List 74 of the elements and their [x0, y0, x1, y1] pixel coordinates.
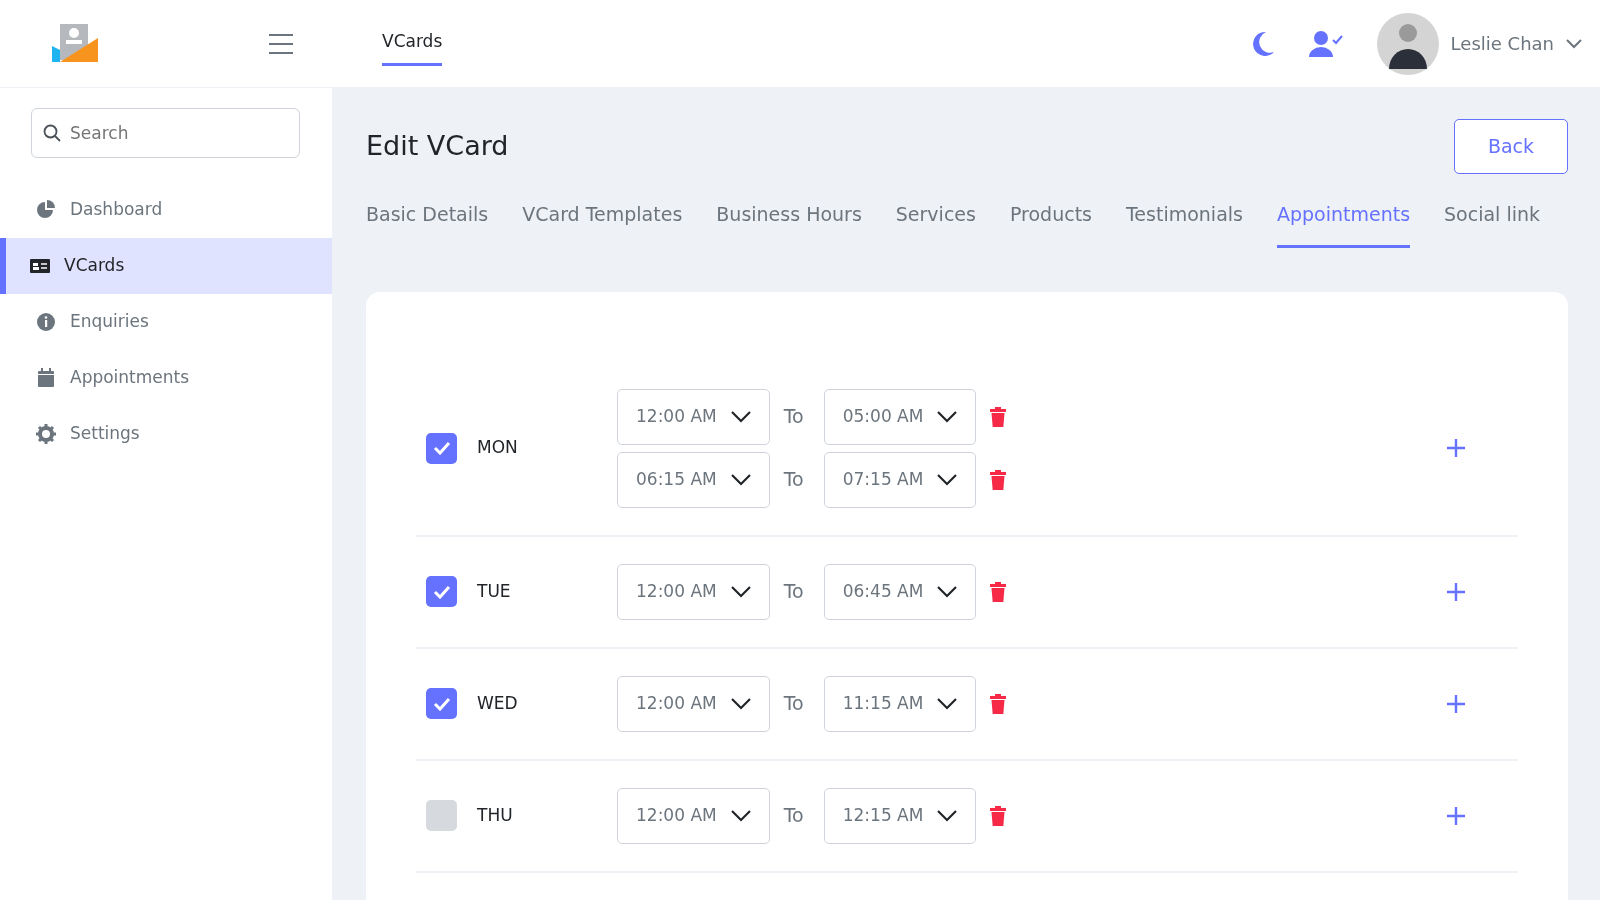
- time-select[interactable]: 12:15 AM: [823, 787, 977, 844]
- sidebar-item[interactable]: Enquiries: [0, 294, 332, 350]
- tab[interactable]: Products: [1009, 194, 1092, 248]
- plus-icon[interactable]: [1446, 581, 1466, 602]
- user-name[interactable]: Leslie Chan: [1450, 30, 1554, 57]
- to-label: To: [783, 803, 805, 829]
- check-icon: [432, 441, 451, 455]
- chevron-down-icon: [730, 410, 751, 423]
- to-label: To: [783, 691, 805, 717]
- nav-tab[interactable]: VCards: [382, 21, 443, 66]
- time-select[interactable]: 12:00 AM: [617, 563, 770, 620]
- trash-icon[interactable]: [990, 693, 1007, 714]
- moon-icon[interactable]: [1250, 30, 1275, 57]
- to-label: To: [783, 404, 805, 430]
- checkbox[interactable]: [426, 800, 457, 831]
- logo-icon: [52, 23, 98, 64]
- chevron-down-icon: [730, 473, 751, 486]
- checkbox[interactable]: [426, 688, 457, 719]
- chevron-down-icon: [937, 697, 958, 710]
- chevron-down-icon: [937, 410, 958, 423]
- day-label: MON: [477, 436, 519, 460]
- plus-icon[interactable]: [1446, 805, 1466, 826]
- day-label: THU: [477, 803, 514, 827]
- to-label: To: [783, 579, 805, 605]
- search-field[interactable]: Search: [31, 108, 300, 158]
- tab[interactable]: Social link: [1444, 194, 1541, 248]
- sidebar-item[interactable]: Appointments: [0, 350, 332, 406]
- day-label: WED: [477, 691, 519, 715]
- calendar-icon: [36, 368, 56, 388]
- time-select[interactable]: 06:45 AM: [823, 563, 977, 620]
- checkbox[interactable]: [426, 432, 457, 464]
- chevron-down-icon: [730, 585, 751, 598]
- tab[interactable]: VCard Templates: [522, 194, 683, 248]
- time-select[interactable]: 07:15 AM: [823, 451, 977, 508]
- tab[interactable]: Business Hours: [716, 194, 862, 248]
- sidebar-item[interactable]: VCards: [0, 238, 332, 294]
- trash-icon[interactable]: [990, 581, 1007, 602]
- time-select[interactable]: 12:00 AM: [617, 787, 770, 844]
- to-label: To: [783, 467, 805, 493]
- avatar-icon[interactable]: [1376, 12, 1439, 75]
- checkbox[interactable]: [426, 576, 457, 607]
- time-select[interactable]: 05:00 AM: [823, 388, 977, 445]
- plus-icon[interactable]: [1446, 438, 1466, 458]
- trash-icon[interactable]: [990, 805, 1007, 826]
- trash-icon[interactable]: [990, 406, 1007, 427]
- time-select[interactable]: 06:15 AM: [617, 451, 770, 508]
- user-check-icon[interactable]: [1308, 30, 1343, 57]
- back-button[interactable]: Back: [1454, 119, 1568, 174]
- tab[interactable]: Basic Details: [366, 194, 489, 248]
- id-card-icon: [30, 256, 50, 276]
- gear-icon: [36, 424, 56, 444]
- chevron-down-icon: [937, 473, 958, 486]
- info-icon: [36, 312, 56, 332]
- plus-icon[interactable]: [1446, 693, 1466, 714]
- time-select[interactable]: 11:15 AM: [823, 675, 977, 732]
- menu-icon[interactable]: [268, 32, 294, 55]
- time-select[interactable]: 12:00 AM: [617, 388, 770, 445]
- chevron-down-icon: [730, 809, 751, 822]
- chevron-down-icon[interactable]: [1566, 38, 1582, 49]
- chevron-down-icon: [937, 809, 958, 822]
- trash-icon[interactable]: [990, 469, 1007, 490]
- tab[interactable]: Testimonials: [1126, 194, 1243, 248]
- pie-chart-icon: [36, 200, 56, 220]
- tab[interactable]: Services: [895, 194, 976, 248]
- time-select[interactable]: 12:00 AM: [617, 675, 770, 732]
- check-icon: [432, 696, 451, 711]
- sidebar-item[interactable]: Settings: [0, 406, 332, 462]
- chevron-down-icon: [730, 697, 751, 710]
- sidebar-item[interactable]: Dashboard: [0, 182, 332, 238]
- chevron-down-icon: [937, 585, 958, 598]
- check-icon: [432, 584, 451, 599]
- page-title: Edit VCard: [366, 130, 509, 163]
- tab[interactable]: Appointments: [1276, 194, 1411, 248]
- day-label: TUE: [477, 579, 512, 603]
